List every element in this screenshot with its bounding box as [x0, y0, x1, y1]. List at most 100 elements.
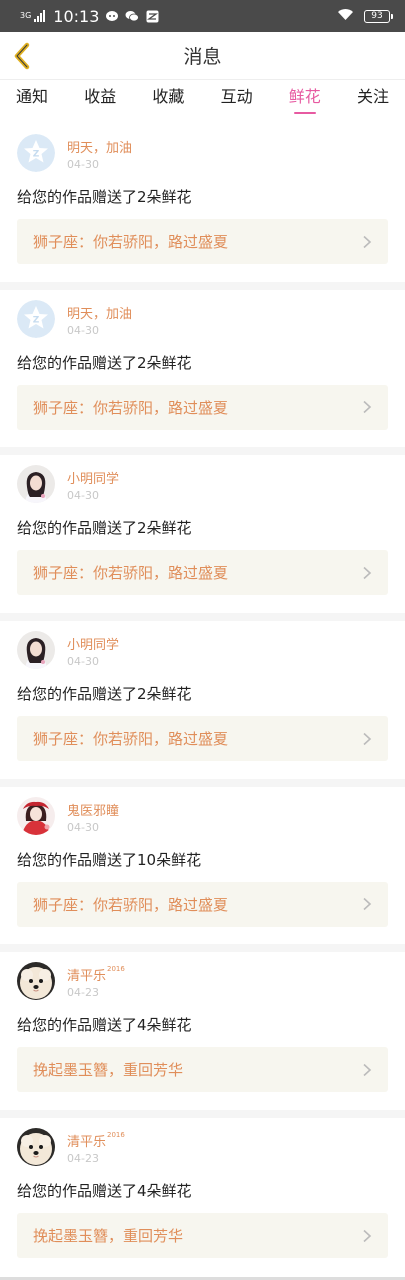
signal-icon	[34, 10, 46, 22]
chevron-right-icon	[363, 898, 372, 911]
work-link[interactable]: 狮子座：你若骄阳，路过盛夏	[17, 550, 388, 596]
message-text: 给您的作品赠送了4朵鲜花	[17, 1016, 192, 1035]
list-item: 小明同学 04-30 给您的作品赠送了2朵鲜花 狮子座：你若骄阳，路过盛夏	[0, 613, 405, 787]
sender-meta: 清平乐2016 04-23	[67, 962, 125, 999]
sender-name[interactable]: 清平乐2016	[67, 1131, 125, 1150]
sender-meta: 明天，加油 04-30	[67, 300, 133, 337]
status-right: 93	[337, 7, 393, 25]
list-item: Z 明天，加油 04-30 给您的作品赠送了2朵鲜花 狮子座：你若骄阳，路过盛夏	[0, 281, 405, 456]
list-item: 小明同学 04-30 给您的作品赠送了2朵鲜花 狮子座：你若骄阳，路过盛夏	[0, 447, 405, 621]
message-text: 给您的作品赠送了10朵鲜花	[17, 850, 202, 869]
card-header: 清平乐2016 04-23	[17, 962, 388, 1004]
work-title: 狮子座：你若骄阳，路过盛夏	[33, 233, 229, 251]
message-date: 04-30	[67, 158, 99, 171]
sender-name[interactable]: 小明同学	[67, 468, 120, 487]
message-text: 给您的作品赠送了2朵鲜花	[17, 353, 192, 372]
battery-icon: 93	[364, 9, 393, 23]
nav-bar: 消息	[0, 32, 405, 80]
sender-name-text: 明天，加油	[67, 306, 133, 322]
message-date: 04-30	[67, 655, 99, 669]
card-header: 清平乐2016 04-23	[17, 1128, 388, 1170]
page-title: 消息	[183, 46, 222, 68]
clock: 10:13	[53, 6, 100, 26]
tab-bar: 通知 收益 收藏 互动 鲜花 关注	[0, 80, 405, 116]
tab-notify[interactable]: 通知	[16, 80, 48, 116]
sender-meta: 明天，加油 04-30	[67, 134, 133, 171]
back-arrow-icon	[14, 42, 30, 70]
tab-interaction[interactable]: 互动	[221, 80, 253, 116]
sender-name[interactable]: 明天，加油	[67, 137, 133, 156]
sender-name-text: 明天，加油	[67, 141, 133, 156]
message-list: Z 明天，加油 04-30 给您的作品赠送了2朵鲜花 狮子座：你若骄阳，路过盛夏…	[0, 124, 405, 1280]
work-link[interactable]: 狮子座：你若骄阳，路过盛夏	[17, 881, 388, 927]
sender-meta: 小明同学 04-30	[67, 465, 120, 502]
message-date: 04-30	[67, 323, 99, 337]
work-link[interactable]: 狮子座：你若骄阳，路过盛夏	[17, 716, 388, 762]
network-type: 3G	[20, 11, 32, 20]
work-title: 狮子座：你若骄阳，路过盛夏	[33, 895, 229, 914]
card-header: 鬼医邪瞳 04-30	[17, 796, 388, 839]
avatar[interactable]: Z	[17, 299, 55, 338]
sender-badge: 2016	[107, 965, 125, 974]
sender-name[interactable]: 小明同学	[67, 634, 120, 653]
chevron-right-icon	[363, 235, 372, 248]
message-date: 04-23	[67, 986, 99, 1000]
work-link[interactable]: 挽起墨玉簪，重回芳华	[17, 1213, 388, 1259]
sender-meta: 小明同学 04-30	[67, 631, 120, 668]
avatar[interactable]: Z	[17, 134, 55, 172]
work-link[interactable]: 狮子座：你若骄阳，路过盛夏	[17, 384, 388, 430]
message-app-icon	[145, 10, 159, 22]
avatar[interactable]	[17, 796, 55, 835]
avatar[interactable]	[17, 631, 55, 670]
list-item: Z 明天，加油 04-30 给您的作品赠送了2朵鲜花 狮子座：你若骄阳，路过盛夏	[0, 124, 405, 290]
message-text: 给您的作品赠送了2朵鲜花	[17, 685, 192, 704]
card-header: 小明同学 04-30	[17, 631, 388, 673]
status-bar: 3G 10:13 93	[0, 0, 405, 32]
message-date: 04-30	[67, 489, 99, 503]
card-header: Z 明天，加油 04-30	[17, 134, 388, 176]
back-button[interactable]	[8, 40, 36, 72]
svg-text:Z: Z	[33, 150, 40, 160]
work-link[interactable]: 挽起墨玉簪，重回芳华	[17, 1047, 388, 1093]
chevron-right-icon	[363, 732, 372, 745]
battery-level: 93	[364, 9, 390, 23]
work-title: 挽起墨玉簪，重回芳华	[33, 1227, 184, 1246]
card-header: 小明同学 04-30	[17, 465, 388, 507]
message-date: 04-23	[67, 1152, 99, 1166]
sender-meta: 清平乐2016 04-23	[67, 1128, 125, 1165]
sender-name[interactable]: 鬼医邪瞳	[67, 800, 120, 819]
chevron-right-icon	[363, 566, 372, 579]
tab-income[interactable]: 收益	[84, 80, 116, 116]
tab-favorites[interactable]: 收藏	[152, 80, 184, 116]
sender-name-text: 清平乐	[67, 1135, 107, 1151]
sender-name[interactable]: 清平乐2016	[67, 965, 125, 984]
message-date: 04-30	[67, 820, 99, 834]
sender-name-text: 小明同学	[67, 638, 120, 654]
work-title: 狮子座：你若骄阳，路过盛夏	[33, 398, 229, 417]
list-item: 清平乐2016 04-23 给您的作品赠送了4朵鲜花 挽起墨玉簪，重回芳华	[0, 944, 405, 1118]
status-left: 3G 10:13	[20, 7, 159, 26]
card-header: Z 明天，加油 04-30	[17, 299, 388, 342]
tab-flowers[interactable]: 鲜花	[289, 80, 321, 116]
sender-name-text: 小明同学	[67, 472, 120, 488]
avatar[interactable]	[17, 962, 55, 1001]
avatar[interactable]	[17, 465, 55, 504]
work-title: 狮子座：你若骄阳，路过盛夏	[33, 730, 229, 749]
sender-name-text: 清平乐	[67, 969, 107, 985]
message-text: 给您的作品赠送了2朵鲜花	[17, 188, 192, 206]
chevron-right-icon	[363, 401, 372, 414]
message-text: 给您的作品赠送了2朵鲜花	[17, 519, 192, 538]
work-title: 狮子座：你若骄阳，路过盛夏	[33, 564, 229, 583]
avatar[interactable]	[17, 1128, 55, 1167]
list-item: 鬼医邪瞳 04-30 给您的作品赠送了10朵鲜花 狮子座：你若骄阳，路过盛夏	[0, 778, 405, 953]
work-link[interactable]: 狮子座：你若骄阳，路过盛夏	[17, 219, 388, 264]
wechat-icon	[125, 10, 140, 22]
sender-name[interactable]: 明天，加油	[67, 303, 133, 322]
wifi-icon	[337, 7, 354, 25]
tab-follow[interactable]: 关注	[357, 80, 389, 116]
chevron-right-icon	[363, 1229, 372, 1242]
svg-text:Z: Z	[33, 315, 40, 325]
app-notification-icon	[105, 10, 119, 22]
sender-name-text: 鬼医邪瞳	[67, 803, 120, 819]
chevron-right-icon	[363, 1063, 372, 1077]
